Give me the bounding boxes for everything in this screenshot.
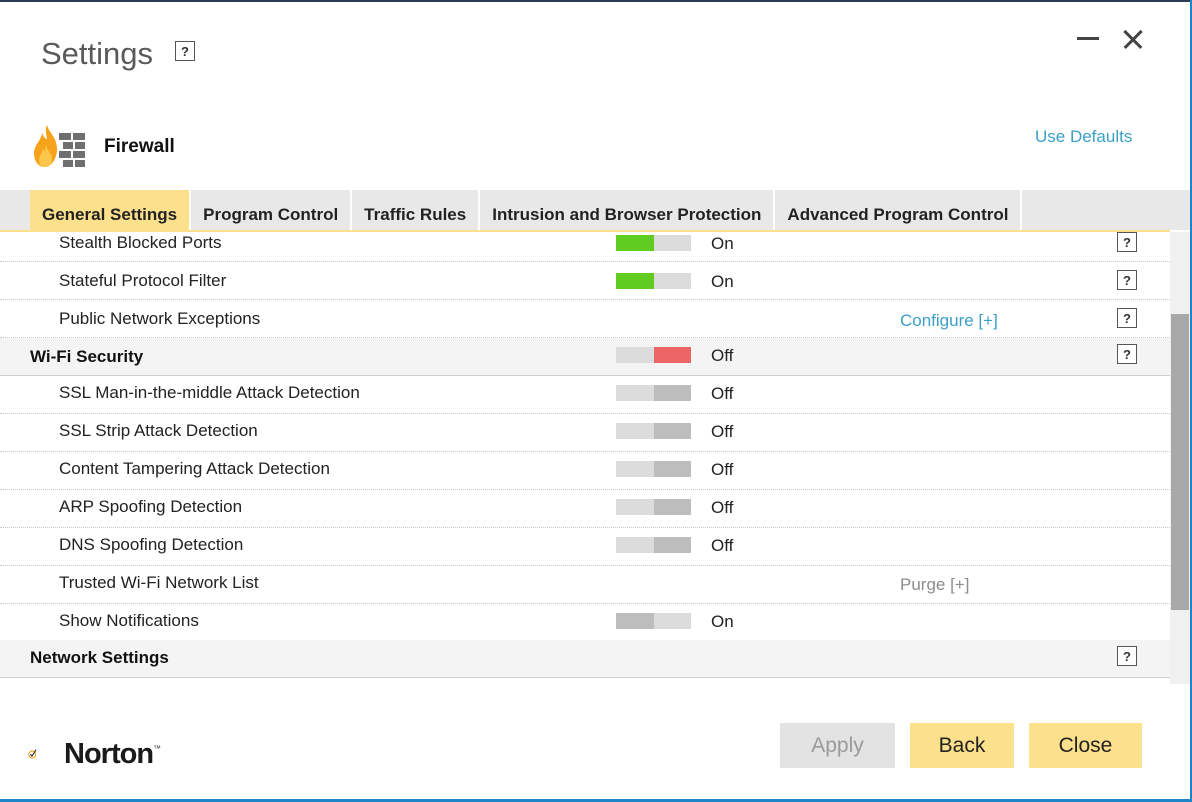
dns-spoofing-detection-toggle[interactable] <box>616 537 691 553</box>
setting-label: DNS Spoofing Detection <box>59 535 244 554</box>
tab-traffic-rules[interactable]: Traffic Rules <box>352 190 481 230</box>
help-icon[interactable]: ? <box>175 41 195 61</box>
setting-state: Off <box>711 498 734 517</box>
setting-row-stateful-protocol-filter: Stateful Protocol Filter On ? <box>0 262 1170 300</box>
settings-list: Stealth Blocked Ports On ? Stateful Prot… <box>0 232 1170 684</box>
setting-label: SSL Strip Attack Detection <box>59 421 258 440</box>
setting-label: Stateful Protocol Filter <box>59 271 227 290</box>
norton-logo-text: Norton <box>64 738 154 770</box>
setting-state: On <box>711 234 734 253</box>
setting-label: Public Network Exceptions <box>59 309 261 328</box>
setting-state: Off <box>711 536 734 555</box>
help-icon[interactable]: ? <box>1117 646 1137 666</box>
setting-row-trusted-wifi-network-list: Trusted Wi-Fi Network List Purge [+] <box>0 566 1170 604</box>
use-defaults-link[interactable]: Use Defaults <box>1035 127 1132 147</box>
scrollbar-thumb[interactable] <box>1171 314 1189 610</box>
tab-intrusion-browser-protection[interactable]: Intrusion and Browser Protection <box>480 190 776 230</box>
setting-row-stealth-blocked-ports: Stealth Blocked Ports On ? <box>0 232 1170 262</box>
setting-state: On <box>711 612 734 631</box>
norton-trademark: ™ <box>153 744 161 753</box>
arp-spoofing-detection-toggle[interactable] <box>616 499 691 515</box>
setting-state: Off <box>711 460 734 479</box>
tab-bar: General Settings Program Control Traffic… <box>0 190 1190 230</box>
purge-link[interactable]: Purge [+] <box>900 575 969 595</box>
setting-state: On <box>711 272 734 291</box>
setting-label: ARP Spoofing Detection <box>59 497 243 516</box>
setting-label: Trusted Wi-Fi Network List <box>59 573 259 592</box>
page-title: Settings <box>41 36 154 71</box>
tab-program-control[interactable]: Program Control <box>191 190 353 230</box>
norton-checkmark-icon <box>28 749 37 759</box>
setting-label: Stealth Blocked Ports <box>59 233 222 252</box>
tab-advanced-program-control[interactable]: Advanced Program Control <box>775 190 1023 230</box>
setting-label: Show Notifications <box>59 611 199 630</box>
setting-state: Off <box>711 384 734 403</box>
setting-label: SSL Man-in-the-middle Attack Detection <box>59 383 360 402</box>
setting-row-public-network-exceptions: Public Network Exceptions Configure [+] … <box>0 300 1170 338</box>
help-icon[interactable]: ? <box>1117 232 1137 252</box>
setting-row-content-tampering-detection: Content Tampering Attack Detection Off <box>0 452 1170 490</box>
back-button[interactable]: Back <box>910 723 1014 768</box>
close-window-button[interactable] <box>1118 24 1148 54</box>
help-icon[interactable]: ? <box>1117 270 1137 290</box>
setting-row-arp-spoofing-detection: ARP Spoofing Detection Off <box>0 490 1170 528</box>
firewall-section-title: Firewall <box>104 136 175 157</box>
setting-label: Content Tampering Attack Detection <box>59 459 330 478</box>
configure-link[interactable]: Configure [+] <box>900 311 998 331</box>
tab-general-settings[interactable]: General Settings <box>30 190 192 230</box>
section-label: Network Settings <box>30 648 169 667</box>
setting-state: Off <box>711 422 734 441</box>
stealth-blocked-ports-toggle[interactable] <box>616 235 691 251</box>
section-row-network-settings: Network Settings ? <box>0 640 1170 678</box>
wifi-security-toggle[interactable] <box>616 347 691 363</box>
content-tampering-detection-toggle[interactable] <box>616 461 691 477</box>
help-icon[interactable]: ? <box>1117 308 1137 328</box>
section-row-wifi-security: Wi-Fi Security Off ? <box>0 338 1170 376</box>
help-icon[interactable]: ? <box>1117 344 1137 364</box>
ssl-strip-detection-toggle[interactable] <box>616 423 691 439</box>
setting-row-ssl-strip-detection: SSL Strip Attack Detection Off <box>0 414 1170 452</box>
minimize-button[interactable] <box>1073 24 1103 54</box>
close-button[interactable]: Close <box>1029 723 1142 768</box>
setting-row-ssl-mitm-detection: SSL Man-in-the-middle Attack Detection O… <box>0 376 1170 414</box>
apply-button[interactable]: Apply <box>780 723 895 768</box>
stateful-protocol-filter-toggle[interactable] <box>616 273 691 289</box>
firewall-icon <box>34 125 85 167</box>
ssl-mitm-detection-toggle[interactable] <box>616 385 691 401</box>
show-notifications-toggle[interactable] <box>616 613 691 629</box>
setting-row-show-notifications: Show Notifications On <box>0 604 1170 642</box>
setting-state: Off <box>711 346 734 365</box>
window-top-border <box>0 0 1192 2</box>
setting-row-dns-spoofing-detection: DNS Spoofing Detection Off <box>0 528 1170 566</box>
section-label: Wi-Fi Security <box>30 347 144 366</box>
